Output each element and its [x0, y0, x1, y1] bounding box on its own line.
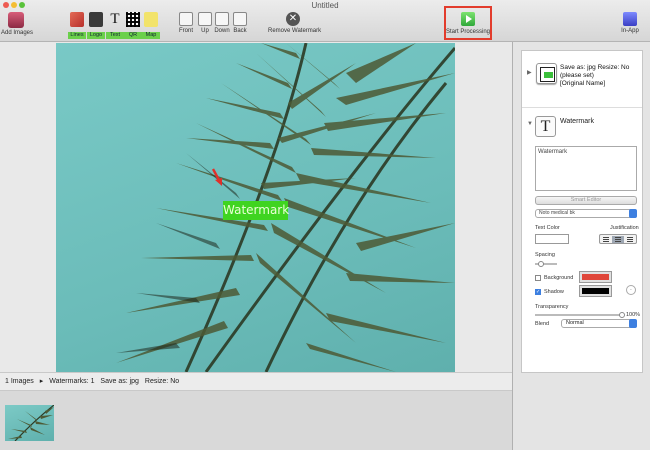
image-canvas[interactable]: Watermark: [0, 42, 512, 372]
bring-front-button[interactable]: Front: [177, 12, 195, 34]
insert-lines-label: Lines: [68, 32, 86, 39]
disclosure-triangle-icon[interactable]: ▶: [527, 69, 532, 76]
blend-label: Blend: [535, 321, 550, 327]
panel-divider: [512, 42, 513, 450]
font-select-value: Noto medical bk: [539, 210, 575, 216]
status-separator: ▸: [39, 378, 44, 385]
text-icon: T: [110, 11, 120, 27]
output-settings-summary: Save as: jpg Resize: No (please set) [Or…: [560, 64, 640, 88]
image-thumbnail[interactable]: [5, 405, 54, 441]
status-images: 1 Images: [5, 378, 34, 385]
output-line-2: (please set): [560, 72, 594, 79]
lines-icon: [70, 12, 84, 27]
insert-logo-button[interactable]: Logo: [87, 12, 105, 39]
smart-editor-button[interactable]: Smart Editor: [535, 196, 637, 205]
remove-watermark-label: Remove Watermark: [268, 28, 322, 34]
start-processing-label: Start Processing: [446, 29, 491, 35]
insert-map-label: Map: [142, 32, 160, 39]
insert-group: Lines Logo T Text QR Map: [66, 11, 160, 39]
status-save-as: Save as: jpg: [100, 378, 139, 385]
status-resize: Resize: No: [144, 378, 180, 385]
insert-qr-label: QR: [124, 32, 142, 39]
save-output-icon: [536, 63, 557, 84]
transparency-label: Transparency: [535, 304, 569, 310]
add-images-label: Add Images: [1, 30, 34, 36]
spacing-slider-knob[interactable]: [538, 261, 544, 267]
insert-text-label: Text: [106, 32, 124, 39]
move-down-icon: [215, 12, 229, 26]
up-label: Up: [201, 28, 209, 34]
logo-icon: [89, 12, 103, 27]
align-center-icon[interactable]: [612, 236, 624, 243]
play-icon: [461, 12, 475, 26]
watermark-text-field[interactable]: Watermark: [535, 146, 637, 191]
back-label: Back: [233, 28, 247, 34]
watermark-text-overlay[interactable]: Watermark: [223, 201, 289, 220]
blend-mode-value: Normal: [566, 320, 584, 326]
send-back-icon: [233, 12, 247, 26]
insert-logo-label: Logo: [87, 32, 105, 39]
in-app-button[interactable]: In-App: [618, 12, 642, 34]
status-bar: 1 Images ▸ Watermarks: 1 Save as: jpg Re…: [0, 372, 512, 391]
output-line-3: [Original Name]: [560, 80, 606, 87]
move-up-icon: [198, 12, 212, 26]
watermark-section-title: Watermark: [560, 118, 594, 125]
insert-map-button[interactable]: Map: [142, 12, 160, 39]
add-images-icon: [8, 12, 24, 28]
output-settings-section[interactable]: ▶ Save as: jpg Resize: No (please set) […: [522, 51, 642, 108]
shadow-options-button[interactable]: ·: [626, 285, 636, 295]
add-images-button[interactable]: Add Images: [1, 12, 34, 36]
window-title: Untitled: [311, 1, 339, 10]
insert-qr-button[interactable]: QR: [124, 12, 142, 39]
shopping-cart-icon: [623, 12, 637, 26]
align-left-icon[interactable]: [600, 236, 612, 243]
bring-front-icon: [179, 12, 193, 26]
background-color-swatch[interactable]: [579, 271, 612, 283]
justification-control: [599, 234, 637, 244]
output-line-1: Save as: jpg Resize: No: [560, 64, 630, 71]
shadow-checkbox[interactable]: ✓: [535, 289, 541, 295]
background-checkbox[interactable]: [535, 275, 541, 281]
justification-label: Justification: [610, 225, 639, 231]
status-watermarks: Watermarks: 1: [49, 378, 95, 385]
align-right-icon[interactable]: [624, 236, 636, 243]
disclosure-triangle-open-icon[interactable]: ▼: [527, 121, 533, 127]
blend-mode-select[interactable]: Normal: [561, 319, 637, 328]
select-caret-icon: [629, 319, 637, 328]
watermark-settings-section: ▼ T Watermark Watermark Smart Editor Not…: [522, 108, 642, 373]
remove-watermark-button[interactable]: ✕ Remove Watermark: [268, 12, 322, 34]
settings-panel: ▶ Save as: jpg Resize: No (please set) […: [521, 50, 643, 373]
background-label: Background: [544, 275, 574, 281]
in-app-label: In-App: [621, 28, 639, 34]
transparency-slider-knob[interactable]: [619, 312, 625, 318]
shadow-label: Shadow: [544, 289, 564, 295]
thumbnail-palm-image: [8, 405, 54, 441]
transparency-value: 100%: [626, 312, 641, 318]
map-icon: [144, 12, 158, 27]
thumbnail-strip: [0, 391, 512, 450]
transparency-slider[interactable]: [535, 314, 622, 316]
move-up-button[interactable]: Up: [198, 12, 212, 34]
insert-lines-button[interactable]: Lines: [68, 12, 86, 39]
insert-text-button[interactable]: T Text: [106, 11, 124, 39]
font-select[interactable]: Noto medical bk: [535, 209, 637, 218]
toolbar: Untitled Add Images Lines Logo T Text QR…: [0, 0, 650, 42]
select-caret-icon: [629, 209, 637, 218]
down-label: Down: [214, 28, 230, 34]
red-arrow-watermark-icon: [211, 168, 222, 186]
send-back-button[interactable]: Back: [232, 12, 248, 34]
start-processing-button[interactable]: Start Processing: [444, 6, 492, 40]
text-color-label: Text Color: [535, 225, 560, 231]
move-down-button[interactable]: Down: [213, 12, 231, 34]
text-watermark-icon: T: [535, 116, 556, 137]
photo-preview[interactable]: Watermark: [56, 43, 455, 372]
qr-code-icon: [126, 12, 140, 27]
text-color-well[interactable]: [535, 234, 569, 244]
front-label: Front: [178, 28, 193, 34]
spacing-label: Spacing: [535, 252, 555, 258]
close-circle-icon: ✕: [286, 12, 300, 26]
shadow-color-swatch[interactable]: [579, 285, 612, 297]
